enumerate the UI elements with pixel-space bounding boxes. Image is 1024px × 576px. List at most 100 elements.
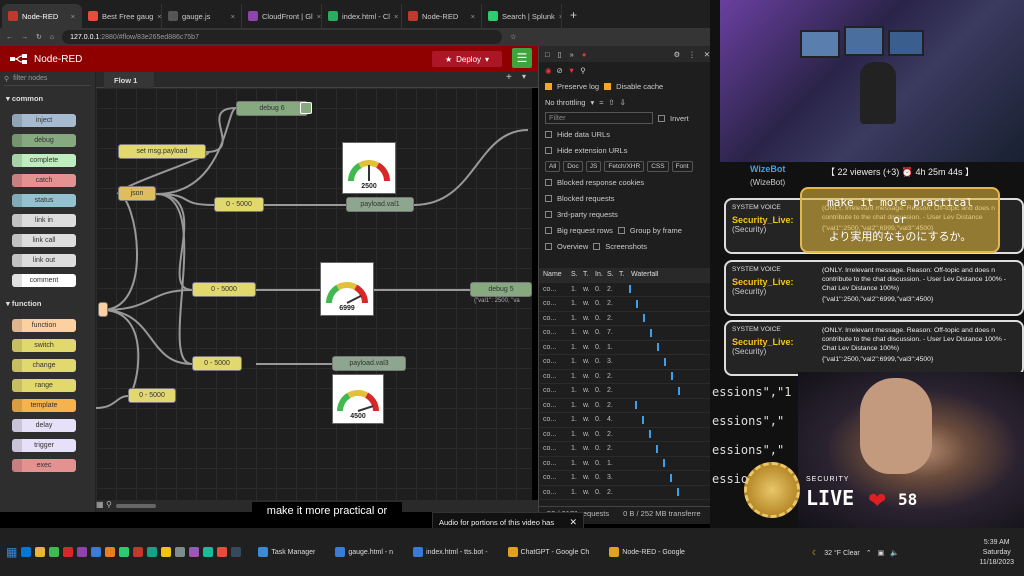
pinned-app-icon[interactable]: [77, 547, 88, 557]
network-column-header[interactable]: In.: [595, 271, 607, 278]
pinned-app-icon[interactable]: [161, 547, 172, 557]
flow-node-range-3[interactable]: 0 - 5000: [192, 356, 242, 371]
network-column-header[interactable]: T.: [619, 271, 631, 278]
add-flow-icon[interactable]: +: [506, 72, 512, 83]
chevron-down-icon[interactable]: ▾: [485, 55, 489, 64]
pinned-app-icon[interactable]: [91, 547, 102, 557]
invert-checkbox[interactable]: [658, 114, 665, 122]
palette-filter-input[interactable]: ⚲ filter nodes: [4, 72, 91, 86]
chevron-up-icon[interactable]: ⌃: [866, 549, 872, 557]
reload-icon[interactable]: ↻: [36, 33, 42, 41]
pinned-app-icon[interactable]: [175, 547, 186, 557]
pinned-app-icon[interactable]: [217, 547, 228, 557]
network-column-header[interactable]: Name: [543, 271, 571, 278]
browser-tab[interactable]: Search | Splunk×: [482, 4, 562, 28]
group-frame-checkbox[interactable]: [617, 226, 625, 234]
device-icon[interactable]: ▯: [558, 50, 562, 59]
network-column-header[interactable]: S.: [607, 271, 619, 278]
flow-node-debug-5[interactable]: debug 5: [470, 282, 532, 297]
clock[interactable]: 5:39 AM Saturday 11/18/2023: [979, 538, 1014, 568]
close-icon[interactable]: ×: [71, 12, 75, 21]
pinned-app-icon[interactable]: [147, 547, 158, 557]
palette-node-debug[interactable]: debug: [12, 134, 76, 147]
table-row[interactable]: co... 1. w. 0. 1.: [539, 341, 711, 355]
table-row[interactable]: co... 1. w. 0. 2.: [539, 283, 711, 297]
throttling-select[interactable]: No throttling: [545, 98, 585, 107]
browser-tab[interactable]: index.html - Cl ×: [322, 4, 402, 28]
clear-icon[interactable]: ⊘: [557, 66, 563, 75]
table-row[interactable]: co... 1. w. 0. 2.: [539, 312, 711, 326]
flow-list-icon[interactable]: ▾: [522, 72, 526, 81]
palette-node-template[interactable]: template: [12, 399, 76, 412]
pinned-app-icon[interactable]: [231, 547, 242, 557]
close-icon[interactable]: ×: [231, 12, 235, 21]
palette-node-change[interactable]: change: [12, 359, 76, 372]
error-icon[interactable]: ●: [582, 50, 587, 59]
preserve-log-checkbox[interactable]: [545, 82, 552, 90]
pinned-app-icon[interactable]: [119, 547, 130, 557]
network-column-header[interactable]: T.: [583, 271, 595, 278]
browser-tab[interactable]: Node-RED ×: [402, 4, 482, 28]
pinned-app-icon[interactable]: [203, 547, 214, 557]
disable-cache-checkbox[interactable]: [604, 82, 612, 90]
forward-icon[interactable]: →: [21, 34, 28, 41]
chevron-down-icon[interactable]: ▾: [590, 98, 594, 107]
pinned-app-icon[interactable]: [49, 547, 60, 557]
palette-node-catch[interactable]: catch: [12, 174, 76, 187]
back-icon[interactable]: ←: [6, 34, 13, 41]
pinned-app-icon[interactable]: [35, 547, 46, 557]
screenshots-checkbox[interactable]: [593, 242, 601, 250]
kebab-menu-icon[interactable]: ⋮: [688, 50, 696, 59]
palette-node-delay[interactable]: delay: [12, 419, 76, 432]
blocked-cookies-checkbox[interactable]: [545, 178, 552, 186]
pinned-app-icon[interactable]: [21, 547, 32, 557]
palette-node-status[interactable]: status: [12, 194, 76, 207]
type-chip-doc[interactable]: Doc: [563, 160, 583, 172]
wifi-icon[interactable]: ≈: [599, 98, 603, 107]
close-icon[interactable]: ×: [394, 12, 398, 21]
download-icon[interactable]: ⇩: [620, 98, 626, 107]
table-row[interactable]: co... 1. w. 0. 7.: [539, 326, 711, 341]
star-icon[interactable]: ☆: [510, 33, 516, 41]
taskbar-app[interactable]: gauge.html - n: [332, 545, 396, 559]
table-row[interactable]: co... 1. w. 0. 3.: [539, 471, 711, 486]
pinned-app-icon[interactable]: [105, 547, 116, 557]
browser-tab[interactable]: gauge.js ×: [162, 4, 242, 28]
flow-node-range-2[interactable]: 0 - 5000: [192, 282, 256, 297]
palette-node-exec[interactable]: exec: [12, 459, 76, 472]
type-chip-all[interactable]: All: [545, 160, 561, 172]
table-row[interactable]: co... 1. w. 0. 2.: [539, 442, 711, 457]
weather-text[interactable]: 32 °F Clear: [824, 550, 859, 557]
upload-icon[interactable]: ⇧: [608, 98, 614, 107]
blocked-requests-checkbox[interactable]: [545, 194, 552, 202]
palette-node-link-in[interactable]: link in: [12, 214, 76, 227]
type-chip-font[interactable]: Font: [671, 160, 693, 172]
flow-workspace[interactable]: debug 6 set msg.payload json 0 - 5000 pa…: [96, 88, 532, 500]
table-row[interactable]: co... 1. w. 0. 2.: [539, 428, 711, 442]
big-rows-checkbox[interactable]: [545, 226, 552, 234]
flow-node-inject-partial[interactable]: [98, 302, 108, 317]
more-panels-icon[interactable]: »: [570, 50, 574, 59]
navigator-icon[interactable]: ▦: [96, 500, 104, 509]
table-row[interactable]: co... 1. w. 0. 2.: [539, 486, 711, 500]
network-column-header[interactable]: Waterfall: [631, 271, 711, 278]
home-icon[interactable]: ⌂: [50, 34, 54, 41]
palette-node-trigger[interactable]: trigger: [12, 439, 76, 452]
flow-node-payload-val3[interactable]: payload.val3: [332, 356, 406, 371]
pinned-app-icon[interactable]: [189, 547, 200, 557]
tab-flow-1[interactable]: Flow 1: [104, 72, 154, 88]
network-icon[interactable]: ▣: [878, 549, 885, 557]
flow-node-debug-6[interactable]: debug 6: [236, 101, 308, 116]
palette-node-link-call[interactable]: link call: [12, 234, 76, 247]
network-filter-input[interactable]: Filter: [545, 112, 653, 124]
taskbar-app[interactable]: index.html - tts.bot -: [410, 545, 490, 559]
volume-icon[interactable]: 🔈: [890, 549, 899, 557]
hide-ext-urls-checkbox[interactable]: [545, 146, 552, 154]
pinned-app-icon[interactable]: [133, 547, 144, 557]
third-party-checkbox[interactable]: [545, 210, 552, 218]
browser-tab[interactable]: CloudFront | Gl ×: [242, 4, 322, 28]
horizontal-scrollbar[interactable]: [116, 504, 156, 508]
browser-tab[interactable]: Node-RED ×: [2, 4, 82, 28]
palette-node-inject[interactable]: inject: [12, 114, 76, 127]
settings-gear-icon[interactable]: ⚙: [673, 50, 680, 59]
